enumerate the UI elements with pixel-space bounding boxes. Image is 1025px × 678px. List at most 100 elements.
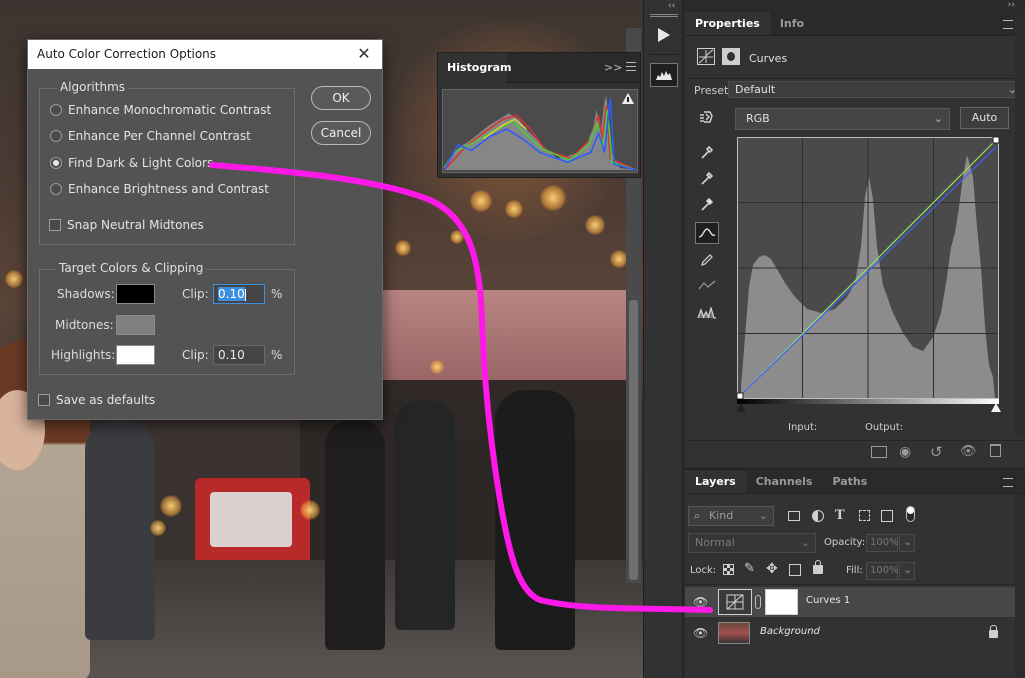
layer-row-curves-1[interactable]: 👁 Curves 1	[685, 587, 1015, 617]
fill-field[interactable]: 100%	[866, 562, 899, 580]
canvas-scroll-thumb[interactable]	[629, 300, 638, 580]
dialog-close-icon[interactable]: ✕	[354, 44, 374, 64]
tab-layers[interactable]: Layers	[685, 470, 746, 493]
play-action-icon[interactable]	[650, 23, 678, 47]
opacity-field[interactable]: 100%	[866, 534, 899, 552]
strip-menu-icon[interactable]	[650, 14, 678, 17]
black-point-eyedropper-icon[interactable]	[695, 141, 719, 163]
radio-enhance-monochromatic-contrast-control[interactable]	[50, 104, 62, 116]
gray-point-eyedropper-icon[interactable]	[695, 167, 719, 189]
radio-enhance-brightness-contrast[interactable]: Enhance Brightness and Contrast	[50, 182, 269, 196]
layers-divider	[685, 584, 1015, 585]
photo-people-4	[495, 390, 575, 650]
filter-adjustment-icon[interactable]	[812, 510, 824, 522]
lock-transparent-icon[interactable]	[723, 564, 734, 575]
curves-graph[interactable]	[737, 137, 999, 399]
collapse-panels-icon[interactable]: ‹‹	[668, 1, 675, 11]
auto-button[interactable]: Auto	[960, 107, 1009, 129]
layer-mask-icon[interactable]	[722, 48, 740, 65]
filter-shape-icon[interactable]	[859, 510, 870, 521]
photo-people-1	[85, 420, 155, 640]
highlights-color-swatch[interactable]	[116, 345, 155, 365]
radio-enhance-per-channel-contrast[interactable]: Enhance Per Channel Contrast	[50, 129, 251, 143]
layer-mask-thumbnail[interactable]	[765, 589, 798, 615]
input-gradient-bar	[737, 399, 999, 404]
clipping-warning-icon[interactable]	[695, 302, 719, 324]
smooth-curve-icon[interactable]	[695, 274, 719, 296]
photo-bokeh-8	[300, 500, 320, 520]
preset-select[interactable]: Default ⌄	[728, 81, 1024, 98]
adjustment-name: Curves	[749, 52, 788, 65]
view-previous-state-icon[interactable]: ◉	[899, 444, 911, 460]
lock-label: Lock:	[690, 565, 717, 576]
tab-properties[interactable]: Properties	[685, 12, 770, 35]
tab-channels[interactable]: Channels	[746, 470, 823, 493]
fill-dropdown[interactable]: ⌄	[899, 562, 915, 580]
photo-bokeh-6	[450, 230, 464, 244]
curves-layer-thumbnail-icon	[718, 589, 752, 615]
curve-point-white[interactable]	[992, 137, 999, 144]
opacity-dropdown[interactable]: ⌄	[899, 534, 915, 552]
layer-visibility-eye-icon[interactable]: 👁	[693, 595, 708, 609]
shadows-clip-input[interactable]: 0.10	[213, 284, 265, 304]
toggle-visibility-icon[interactable]: 👁	[960, 444, 977, 459]
properties-panel: Properties Info Curves Preset: Default ⌄…	[685, 12, 1025, 467]
layer-row-background[interactable]: 👁 Background	[685, 618, 1015, 648]
highlights-clip-input[interactable]: 0.10	[213, 345, 265, 365]
histogram-expand-icon[interactable]: >>	[604, 61, 622, 74]
lock-artboard-icon[interactable]	[789, 564, 801, 576]
layer-chain-link-icon[interactable]	[755, 595, 761, 609]
snap-neutral-midtones-checkbox[interactable]: Snap Neutral Midtones	[49, 218, 204, 232]
filter-smart-object-icon[interactable]	[881, 510, 893, 522]
kind-placeholder: Kind	[709, 509, 734, 522]
strip-divider	[650, 54, 678, 55]
channel-select[interactable]: RGB ⌄	[735, 108, 950, 130]
white-point-eyedropper-icon[interactable]	[695, 193, 719, 215]
save-as-defaults-check-control[interactable]	[38, 394, 50, 406]
tab-info[interactable]: Info	[770, 12, 814, 35]
snap-neutral-midtones-check-control[interactable]	[49, 219, 61, 231]
layers-scrollbar[interactable]	[1015, 494, 1025, 678]
lock-all-icon[interactable]	[813, 565, 823, 574]
blend-dropdown-icon: ⌄	[800, 536, 810, 549]
white-input-slider[interactable]	[991, 403, 1001, 412]
save-as-defaults-checkbox[interactable]: Save as defaults	[38, 393, 155, 407]
algorithms-label: Algorithms	[57, 80, 129, 94]
black-input-slider[interactable]	[736, 403, 746, 412]
delete-adjustment-icon[interactable]	[990, 444, 1001, 457]
midtones-color-swatch[interactable]	[116, 315, 155, 335]
lock-position-icon[interactable]: ✥	[766, 561, 778, 577]
radio-find-dark-light-colors-control[interactable]	[50, 157, 62, 169]
filter-toggle-knob	[907, 507, 914, 514]
histogram-panel-icon[interactable]	[650, 63, 678, 87]
reset-icon[interactable]: ↺	[930, 443, 943, 461]
layer-visibility-eye-icon[interactable]: 👁	[693, 626, 708, 640]
radio-enhance-per-channel-contrast-control[interactable]	[50, 130, 62, 142]
draw-curve-pencil-icon[interactable]	[695, 249, 719, 271]
radio-enhance-monochromatic-contrast[interactable]: Enhance Monochromatic Contrast	[50, 103, 271, 117]
radio-find-dark-light-colors[interactable]: Find Dark & Light Colors	[50, 156, 213, 170]
tab-paths[interactable]: Paths	[822, 470, 877, 493]
on-image-adjust-icon[interactable]	[695, 106, 719, 128]
preset-label: Preset:	[694, 84, 733, 97]
background-lock-icon[interactable]	[989, 630, 998, 638]
layers-menu-icon[interactable]	[1003, 478, 1013, 487]
lock-image-pixels-icon[interactable]: ✎	[744, 561, 755, 576]
auto-color-correction-dialog: Auto Color Correction Options ✕ Algorith…	[27, 39, 383, 420]
properties-scrollbar[interactable]	[1015, 12, 1025, 437]
collapse-right-icon[interactable]: ››	[1008, 0, 1015, 10]
shadows-color-swatch[interactable]	[116, 284, 155, 304]
ok-button[interactable]: OK	[311, 86, 371, 110]
layer-kind-filter[interactable]: ⌕ Kind ⌄	[688, 506, 774, 526]
dialog-titlebar[interactable]: Auto Color Correction Options	[28, 40, 382, 69]
blend-mode-select[interactable]: Normal ⌄	[688, 533, 816, 553]
cancel-button[interactable]: Cancel	[311, 121, 371, 145]
radio-enhance-brightness-contrast-control[interactable]	[50, 183, 62, 195]
filter-type-icon[interactable]: T	[835, 508, 845, 523]
edit-points-curve-icon[interactable]	[695, 222, 719, 244]
filter-pixel-icon[interactable]	[788, 511, 800, 521]
properties-menu-icon[interactable]	[1003, 20, 1013, 29]
photo-people-3	[395, 400, 455, 630]
clip-to-layer-icon[interactable]	[871, 446, 887, 458]
photo-bokeh-9	[150, 520, 166, 536]
